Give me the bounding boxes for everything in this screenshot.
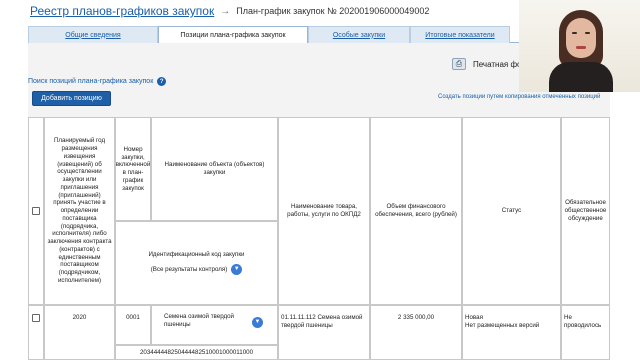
row-select-cell (28, 305, 44, 360)
tab-positions[interactable]: Позиции плана-графика закупок (158, 26, 308, 44)
ikz-filter: (Все результаты контроля) ▼ (150, 263, 243, 275)
help-icon[interactable]: ? (157, 77, 167, 86)
row-finance: 2 335 000,00 (370, 305, 462, 360)
copy-positions-link[interactable]: Создать позиции путем копирования отмече… (438, 94, 600, 100)
page-title: План-график закупок № 202001906000049002 (236, 6, 430, 16)
webcam-overlay (519, 0, 640, 92)
breadcrumb-root-link[interactable]: Реестр планов-графиков закупок (30, 4, 214, 18)
add-position-button[interactable]: Добавить позицию (32, 91, 111, 106)
header-ikz: Идентификационный код закупки (Все резул… (115, 221, 278, 305)
row-okpd2: 01.11.11.112 Семена озимой твердой пшени… (278, 305, 370, 360)
header-object-name: Наименование объекта (объектов) закупки (151, 117, 278, 221)
header-finance: Объем финансового обеспечения, всего (ру… (370, 117, 462, 305)
row-number: 0001 (115, 305, 151, 345)
row-object-cell: Семена озимой твердой пшеницы ▼ (151, 305, 278, 345)
print-form-button[interactable]: ⎙ Печатная фо (452, 58, 522, 70)
tab-general[interactable]: Общие сведения (28, 26, 158, 43)
position-search-link[interactable]: Поиск позиций плана-графика закупок (28, 78, 153, 85)
tab-special-purchases[interactable]: Особые закупки (308, 26, 410, 43)
select-all-checkbox[interactable] (32, 207, 40, 215)
chevron-down-icon[interactable]: ▼ (231, 263, 243, 275)
position-search: Поиск позиций плана-графика закупок ? (28, 77, 167, 86)
header-okpd2: Наименование товара, работы, услуги по О… (278, 117, 370, 305)
breadcrumb-arrow-icon: → (220, 5, 231, 17)
printer-icon: ⎙ (452, 58, 466, 70)
chevron-down-icon[interactable]: ▼ (252, 317, 263, 328)
row-ikz: 203444448250444482510001000011000 (115, 345, 278, 360)
ikz-filter-label: (Все результаты контроля) (150, 265, 228, 273)
tab-totals[interactable]: Итоговые показатели (410, 26, 510, 43)
header-discussion: Обязательное общественное обсуждение (561, 117, 610, 305)
print-form-label: Печатная фо (473, 59, 522, 69)
row-discussion: Не проводилось (561, 305, 610, 360)
row-status: Новая Нет размещенных версий (462, 305, 561, 360)
select-all-cell (28, 117, 44, 305)
header-number: Номер закупки, включенной в план-график … (115, 117, 151, 221)
positions-table: Планируемый год размещения извещения (из… (28, 117, 610, 360)
header-status: Статус (462, 117, 561, 305)
row-year: 2020 (44, 305, 115, 360)
row-checkbox[interactable] (32, 314, 40, 322)
row-object-name: Семена озимой твердой пшеницы (164, 313, 235, 328)
header-ikz-label: Идентификационный код закупки (148, 251, 245, 259)
header-year: Планируемый год размещения извещения (из… (44, 117, 115, 305)
